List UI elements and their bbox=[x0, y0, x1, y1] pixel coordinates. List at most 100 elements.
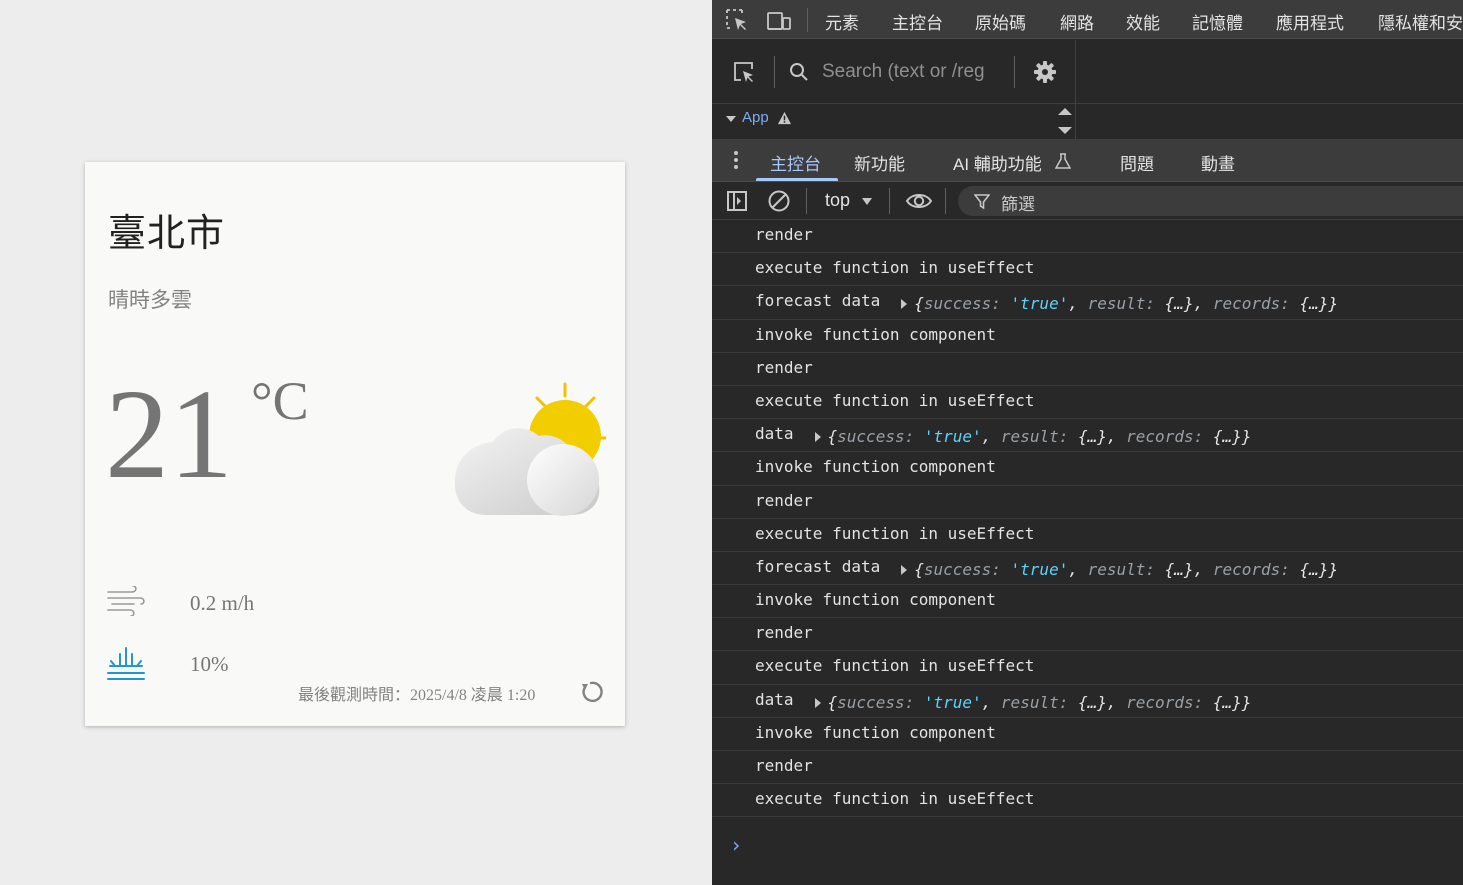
object-preview[interactable]: {success: 'true', result: {…}, records: … bbox=[828, 427, 1252, 446]
tab-sources[interactable]: 原始碼 bbox=[975, 9, 1026, 34]
devtools-panel: 元素 主控台 原始碼 網路 效能 記憶體 應用程式 隱私權和安 Search (… bbox=[712, 0, 1463, 885]
console-message-text: execute function in useEffect bbox=[755, 789, 1035, 809]
lab-flask-icon bbox=[1055, 153, 1071, 169]
expand-triangle-icon[interactable] bbox=[726, 116, 736, 122]
object-value-records: {…} bbox=[1299, 559, 1329, 579]
console-message: execute function in useEffect bbox=[712, 519, 1463, 552]
object-value-success: 'true' bbox=[923, 692, 982, 712]
clear-console-icon[interactable] bbox=[767, 189, 791, 213]
filter-input[interactable]: 篩選 bbox=[958, 186, 1463, 216]
sidebar-toggle-icon[interactable] bbox=[726, 190, 748, 212]
console-message-text: render bbox=[755, 756, 813, 775]
console-message: execute function in useEffect bbox=[712, 784, 1463, 818]
console-message-text: data bbox=[755, 424, 794, 444]
rain-probability: 10% bbox=[190, 652, 229, 676]
drawer-tab-animations[interactable]: 動畫 bbox=[1201, 150, 1235, 175]
tab-elements[interactable]: 元素 bbox=[825, 9, 859, 34]
drawer-tab-issues[interactable]: 問題 bbox=[1120, 150, 1154, 175]
console-message-text: invoke function component bbox=[755, 324, 996, 344]
tab-application[interactable]: 應用程式 bbox=[1276, 9, 1344, 34]
expand-object-icon[interactable] bbox=[814, 432, 821, 443]
rain-icon bbox=[107, 647, 145, 680]
scroll-down-icon[interactable] bbox=[1058, 127, 1072, 134]
divider bbox=[889, 188, 890, 214]
object-preview[interactable]: {success: 'true', result: {…}, records: … bbox=[914, 560, 1338, 579]
console-message-text: execute function in useEffect bbox=[755, 258, 1035, 278]
console-message: invoke function component bbox=[712, 718, 1463, 751]
divider bbox=[945, 188, 946, 214]
object-value-success: 'true' bbox=[1010, 294, 1069, 314]
console-message: invoke function component bbox=[712, 585, 1463, 619]
temperature-unit: °C bbox=[251, 371, 309, 431]
weather-description: 晴時多雲 bbox=[108, 288, 192, 312]
scroll-up-icon[interactable] bbox=[1058, 108, 1072, 115]
console-message: execute function in useEffect bbox=[712, 386, 1463, 420]
drawer-tabs: 主控台 新功能 AI 輔助功能 問題 動畫 bbox=[712, 140, 1463, 182]
console-message-text: invoke function component bbox=[755, 457, 996, 477]
console-message-text: invoke function component bbox=[755, 590, 996, 610]
dom-node-app[interactable]: App bbox=[742, 109, 769, 126]
console-message: execute function in useEffect bbox=[712, 253, 1463, 287]
console-log: render execute function in useEffect forec… bbox=[712, 220, 1463, 818]
weather-app-page: 臺北市 晴時多雲 21 °C 0.2 m/h 10% 最後觀測時間：2025/4… bbox=[0, 0, 712, 885]
console-message-text: data bbox=[755, 689, 794, 709]
dom-tree-row[interactable]: App bbox=[712, 104, 1463, 140]
object-value-result: {…} bbox=[1077, 427, 1107, 447]
console-message-text: render bbox=[755, 225, 813, 244]
drawer-tab-console[interactable]: 主控台 bbox=[770, 150, 821, 175]
object-value-success: 'true' bbox=[1010, 559, 1069, 579]
console-message-text: render bbox=[755, 490, 813, 510]
console-toolbar: top 篩選 bbox=[712, 182, 1463, 220]
console-message: render bbox=[712, 220, 1463, 254]
divider bbox=[1014, 56, 1015, 88]
location-name: 臺北市 bbox=[108, 211, 226, 255]
console-message: invoke function component bbox=[712, 320, 1463, 353]
expand-object-icon[interactable] bbox=[901, 299, 908, 310]
console-message-text: execute function in useEffect bbox=[755, 390, 1035, 410]
chevron-down-icon[interactable] bbox=[862, 198, 872, 205]
device-toolbar-icon[interactable] bbox=[766, 7, 792, 33]
divider bbox=[774, 56, 775, 88]
object-preview[interactable]: {success: 'true', result: {…}, records: … bbox=[828, 693, 1252, 712]
object-preview[interactable]: {success: 'true', result: {…}, records: … bbox=[914, 294, 1338, 313]
gear-icon[interactable] bbox=[1033, 60, 1057, 84]
wind-speed: 0.2 m/h bbox=[190, 591, 255, 615]
console-message-text: forecast data bbox=[755, 291, 881, 311]
inspect-element-icon[interactable] bbox=[724, 7, 750, 33]
drawer-tab-ai-assistance[interactable]: AI 輔助功能 bbox=[953, 150, 1042, 175]
select-element-icon[interactable] bbox=[732, 60, 756, 84]
dom-search-input[interactable]: Search (text or /reg bbox=[822, 61, 1000, 83]
console-message-text: invoke function component bbox=[755, 722, 996, 742]
observation-time: 最後觀測時間：2025/4/8 凌晨 1:20 bbox=[298, 687, 536, 704]
tab-network[interactable]: 網路 bbox=[1060, 9, 1094, 34]
console-message: invoke function component bbox=[712, 452, 1463, 486]
temperature-value: 21 bbox=[105, 363, 233, 505]
object-value-result: {…} bbox=[1077, 692, 1107, 712]
object-value-success: 'true' bbox=[923, 427, 982, 447]
tab-performance[interactable]: 效能 bbox=[1126, 9, 1160, 34]
filter-placeholder: 篩選 bbox=[1001, 195, 1035, 214]
tab-console[interactable]: 主控台 bbox=[892, 9, 943, 34]
console-prompt[interactable]: › bbox=[730, 833, 742, 857]
day-partly-cloudy-icon bbox=[454, 382, 606, 516]
divider bbox=[1075, 104, 1076, 140]
refresh-icon[interactable] bbox=[579, 680, 603, 704]
expand-object-icon[interactable] bbox=[814, 697, 821, 708]
expand-object-icon[interactable] bbox=[901, 564, 908, 575]
console-message: data {success: 'true', result: {…}, recor… bbox=[712, 685, 1463, 718]
divider bbox=[1075, 40, 1076, 104]
tab-memory[interactable]: 記憶體 bbox=[1192, 9, 1243, 34]
console-message-text: render bbox=[755, 623, 813, 643]
devtools-main-tabs: 元素 主控台 原始碼 網路 效能 記憶體 應用程式 隱私權和安 bbox=[712, 0, 1463, 39]
tab-privacy[interactable]: 隱私權和安 bbox=[1378, 9, 1463, 34]
drawer-tab-whats-new[interactable]: 新功能 bbox=[854, 150, 905, 175]
object-value-records: {…} bbox=[1212, 427, 1242, 447]
object-value-records: {…} bbox=[1299, 294, 1329, 314]
more-options-icon[interactable] bbox=[733, 150, 739, 170]
object-value-records: {…} bbox=[1212, 692, 1242, 712]
eye-icon[interactable] bbox=[905, 190, 933, 212]
console-message: forecast data {success: 'true', result: {… bbox=[712, 552, 1463, 586]
console-message-text: forecast data bbox=[755, 556, 881, 576]
context-selector[interactable]: top bbox=[825, 190, 850, 211]
filter-icon bbox=[974, 194, 990, 209]
